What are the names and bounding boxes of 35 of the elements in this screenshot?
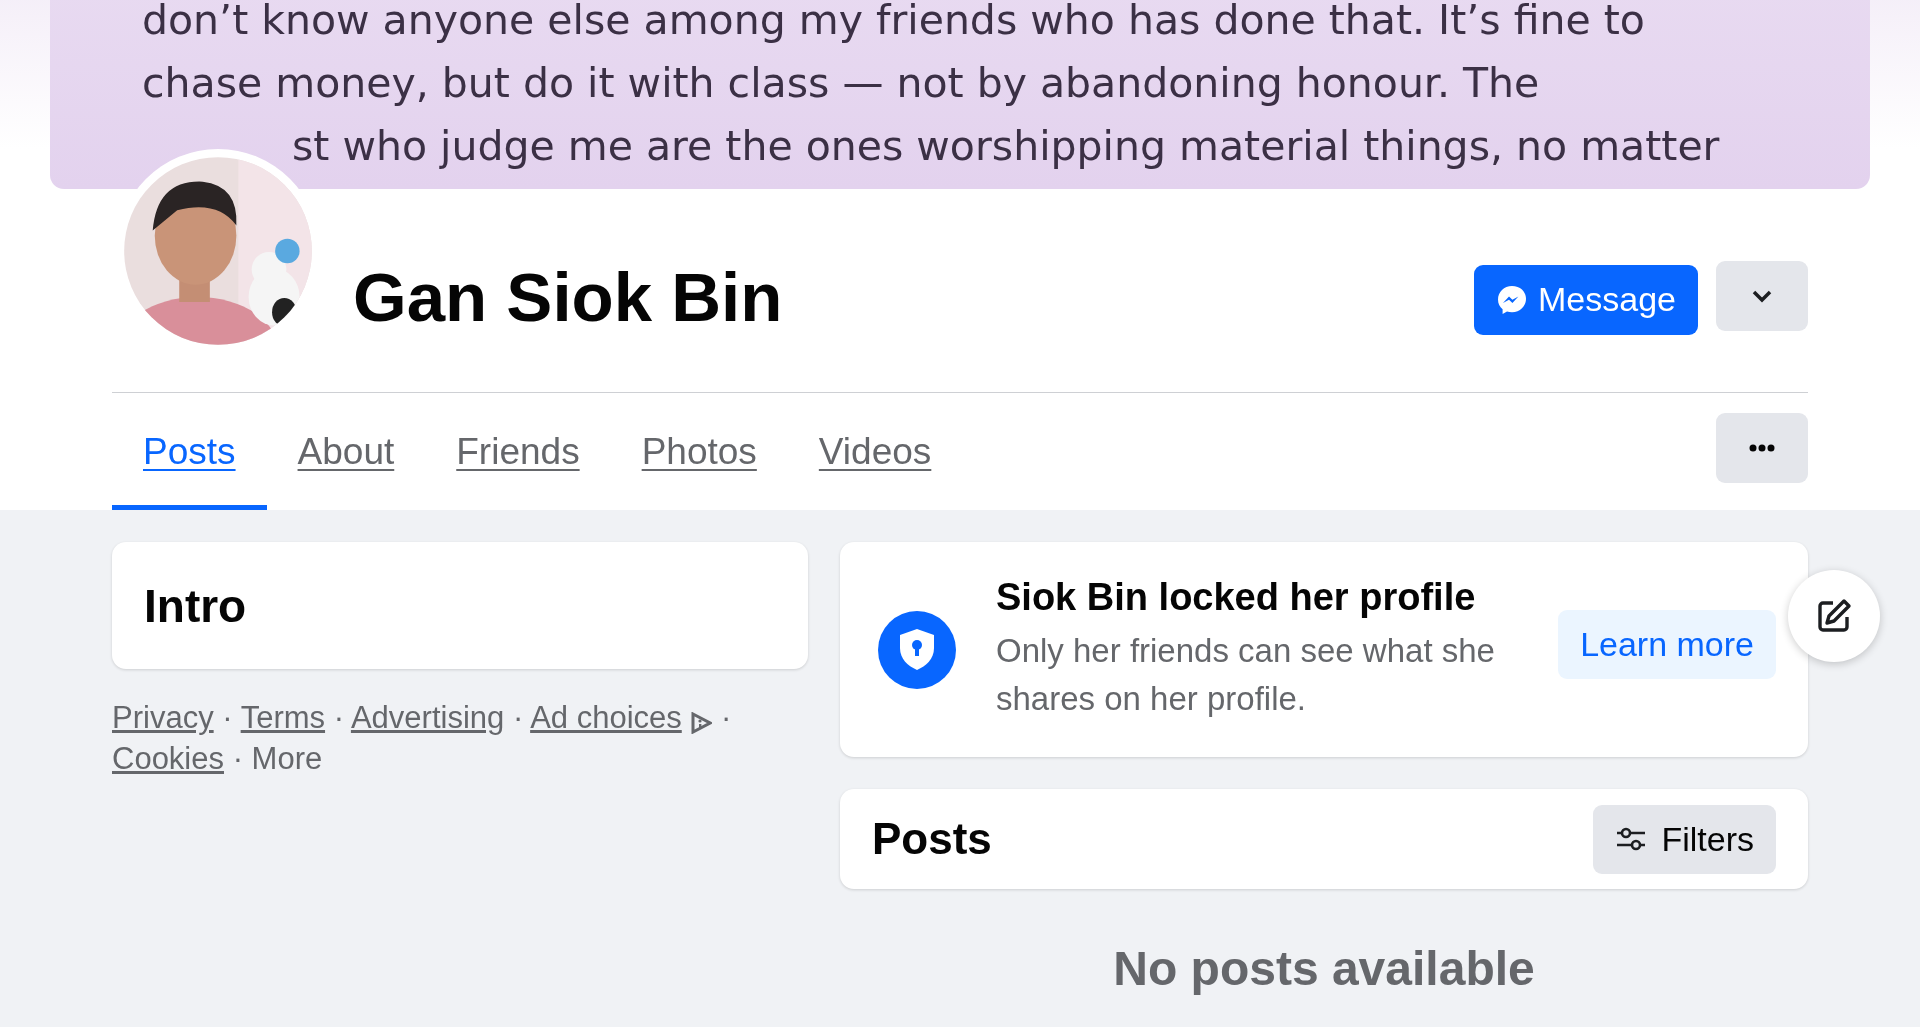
posts-title: Posts	[872, 814, 992, 864]
footer-link[interactable]: Advertising	[350, 700, 505, 735]
ad-choices-icon	[690, 712, 713, 734]
post-text: don’t know anyone else among my friends who has done that. It’s fine to chase money, but do it with class — not by abandoning honour. The st who judge me are the ones worshipping material things, no matter	[50, 0, 1870, 189]
separator-dot: ·	[721, 700, 732, 735]
separator-dot: ·	[232, 741, 243, 776]
separator-dot: ·	[222, 700, 233, 735]
notice-title: Siok Bin locked her profile	[996, 576, 1477, 619]
chevron-down-icon	[1751, 288, 1773, 303]
profile-tab[interactable]: About	[266, 393, 426, 510]
options-button[interactable]	[1716, 412, 1808, 483]
profile-name: Gan Siok Bin	[353, 258, 784, 337]
footer-link[interactable]: Cookies	[112, 741, 224, 776]
message-button[interactable]: Message	[1474, 264, 1698, 335]
profile-tab[interactable]: Posts	[112, 393, 267, 510]
intro-title: Intro	[144, 578, 247, 633]
notice-text: Only her friends can see what she shares on her profile.	[996, 631, 1496, 719]
footer-link[interactable]: Ad choices	[530, 700, 682, 735]
profile-tab[interactable]: Videos	[787, 393, 963, 510]
footer-link[interactable]: Privacy	[112, 700, 214, 735]
empty-message: No posts available	[1112, 941, 1536, 996]
edit-button[interactable]	[1788, 570, 1880, 662]
separator-dot: ·	[512, 700, 524, 735]
sliders-icon	[1615, 827, 1648, 851]
filters-button[interactable]: Filters	[1593, 804, 1776, 874]
edit-icon	[1816, 598, 1852, 634]
profile-tab[interactable]: Photos	[610, 393, 788, 510]
profile-tab[interactable]: Friends	[425, 393, 611, 510]
messenger-icon	[1496, 283, 1529, 316]
ellipsis-icon	[1749, 443, 1775, 452]
separator-dot: ·	[333, 700, 344, 735]
footer-link[interactable]: Terms	[240, 700, 326, 735]
shield-lock-icon	[878, 610, 956, 689]
footer-text[interactable]: More	[251, 741, 323, 776]
learn-more-button[interactable]: Learn more	[1558, 610, 1776, 679]
